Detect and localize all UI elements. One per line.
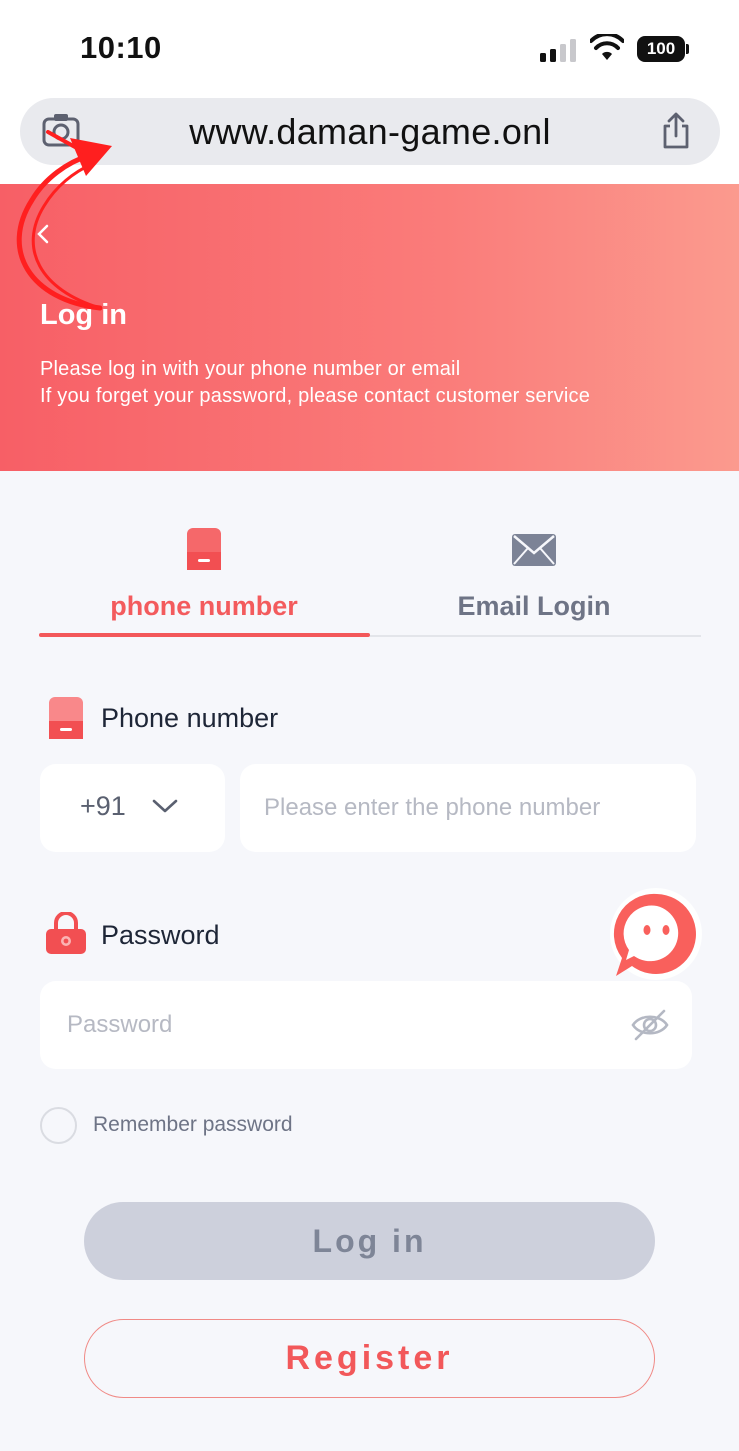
- phone-number-input[interactable]: [240, 764, 696, 852]
- chat-bubble-icon[interactable]: [604, 886, 710, 982]
- chevron-down-icon: [152, 799, 178, 813]
- register-button[interactable]: Register: [84, 1319, 655, 1398]
- phone-icon: [49, 697, 83, 739]
- header-subtitle-1: Please log in with your phone number or …: [40, 358, 461, 380]
- lock-icon: [46, 912, 86, 954]
- phone-number-label: Phone number: [101, 703, 279, 733]
- battery-level: 100: [637, 36, 685, 62]
- share-icon[interactable]: [660, 112, 692, 150]
- phone-icon: [187, 528, 221, 570]
- tab-label: Email Login: [457, 591, 611, 621]
- wifi-icon: [590, 34, 624, 60]
- browser-toolbar: www.daman-game.onl: [0, 92, 739, 184]
- tab-label: phone number: [110, 591, 298, 621]
- battery-icon: 100: [637, 36, 689, 62]
- page-title: Log in: [40, 299, 127, 331]
- header-subtitle-2: If you forget your password, please cont…: [40, 385, 591, 407]
- url-text[interactable]: www.daman-game.onl: [20, 111, 720, 153]
- tab-email-login[interactable]: Email Login: [369, 518, 699, 636]
- envelope-icon: [512, 534, 556, 566]
- country-code-select[interactable]: +91: [40, 764, 225, 852]
- remember-password-label[interactable]: Remember password: [93, 1113, 293, 1137]
- address-bar[interactable]: www.daman-game.onl: [20, 98, 720, 165]
- status-bar: 10:10 100: [0, 0, 739, 92]
- password-input[interactable]: [40, 981, 692, 1069]
- remember-password-checkbox[interactable]: [40, 1107, 77, 1144]
- password-label: Password: [101, 920, 220, 950]
- login-header: Log in Please log in with your phone num…: [0, 184, 739, 471]
- cellular-signal-icon: [540, 38, 578, 62]
- status-time: 10:10: [80, 30, 162, 65]
- country-code-value: +91: [80, 791, 126, 821]
- tab-divider: [370, 635, 701, 637]
- eye-off-icon[interactable]: [631, 1008, 669, 1042]
- active-tab-indicator: [39, 633, 370, 637]
- tab-phone-number[interactable]: phone number: [39, 518, 369, 636]
- login-button[interactable]: Log in: [84, 1202, 655, 1280]
- back-arrow-icon[interactable]: [34, 224, 54, 244]
